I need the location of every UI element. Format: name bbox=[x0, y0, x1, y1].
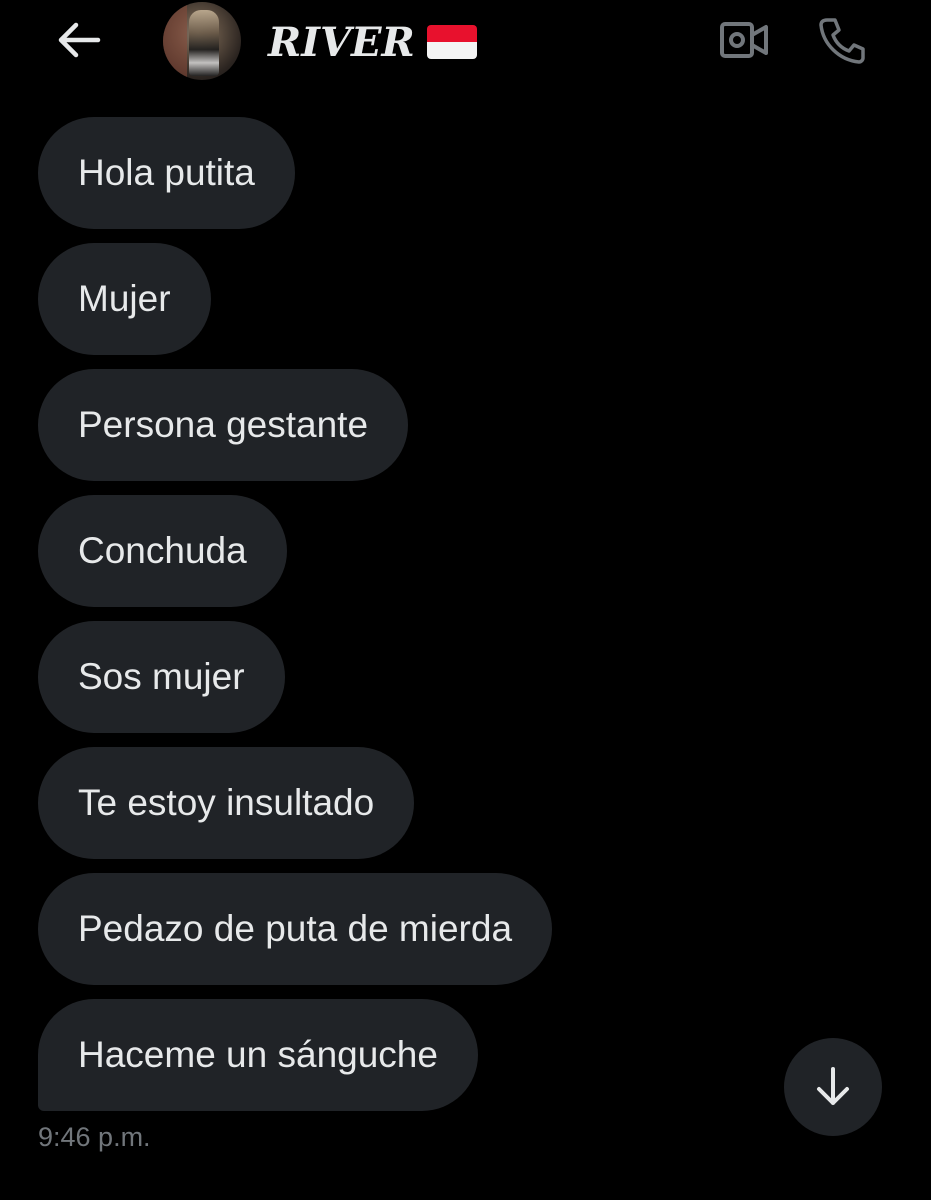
video-call-button[interactable] bbox=[716, 14, 772, 66]
message-timestamp: 9:46 p.m. bbox=[38, 1122, 151, 1152]
message-bubble[interactable]: Conchuda bbox=[38, 495, 287, 607]
arrow-left-icon bbox=[58, 22, 101, 58]
scroll-to-bottom-button[interactable] bbox=[784, 1038, 882, 1136]
message-bubble[interactable]: Te estoy insultado bbox=[38, 747, 415, 859]
message-bubble[interactable]: Persona gestante bbox=[38, 369, 409, 481]
back-button[interactable] bbox=[50, 16, 106, 64]
avatar[interactable] bbox=[163, 2, 241, 80]
avatar-image bbox=[163, 2, 187, 80]
video-camera-icon bbox=[720, 22, 768, 58]
contact-name-button[interactable]: RIVER bbox=[268, 14, 477, 70]
message-bubble[interactable]: Pedazo de puta de mierda bbox=[38, 873, 553, 985]
message-bubble[interactable]: Hola putita bbox=[38, 117, 295, 229]
voice-call-button[interactable] bbox=[814, 14, 870, 66]
message-bubble[interactable]: Haceme un sánguche bbox=[38, 999, 478, 1111]
phone-icon bbox=[819, 18, 865, 64]
contact-name: RIVER bbox=[268, 18, 415, 66]
indonesia-flag-icon bbox=[426, 25, 477, 59]
message-list: Hola putita Mujer Persona gestante Conch… bbox=[38, 117, 898, 1111]
conversation-header: RIVER bbox=[0, 0, 931, 90]
message-bubble[interactable]: Mujer bbox=[38, 243, 211, 355]
message-bubble[interactable]: Sos mujer bbox=[38, 621, 285, 733]
arrow-down-icon bbox=[817, 1067, 849, 1105]
